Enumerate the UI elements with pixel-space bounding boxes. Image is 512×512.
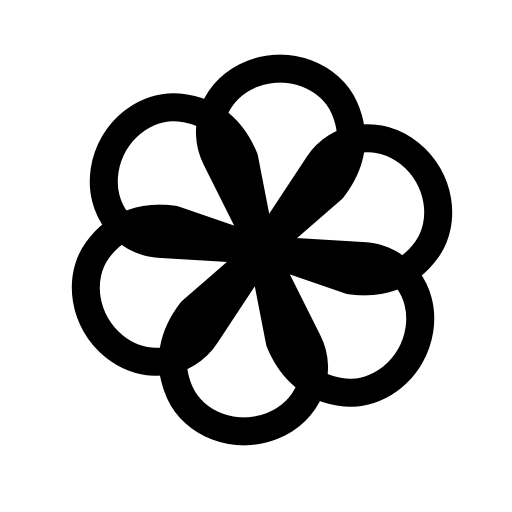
petals-group bbox=[71, 54, 453, 446]
canvas bbox=[0, 0, 512, 512]
pinwheel-flower-icon bbox=[71, 54, 453, 446]
